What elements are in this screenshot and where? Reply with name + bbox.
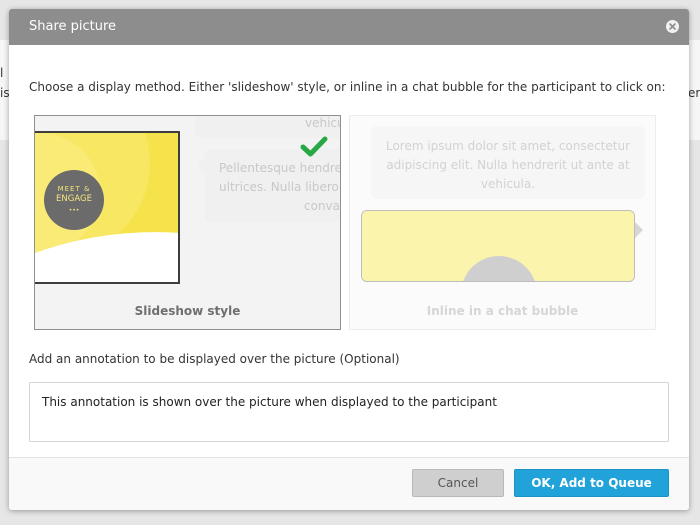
bubble-tail xyxy=(197,157,205,173)
annotation-label: Add an annotation to be displayed over t… xyxy=(29,352,400,366)
dialog-title: Share picture xyxy=(29,19,117,34)
backdrop-text-fragment: l xyxy=(0,66,4,80)
logo-text: MEET & xyxy=(57,185,91,193)
add-to-queue-button[interactable]: OK, Add to Queue xyxy=(514,469,669,497)
close-icon[interactable] xyxy=(666,20,679,33)
bubble-text-line: ultrices. Nulla libero xyxy=(219,180,339,194)
bubble-text-line: adipiscing elit. Nulla hendrerit ut ante… xyxy=(386,158,630,172)
bubble-text-line: conva xyxy=(304,199,340,213)
meet-engage-logo: MEET & ENGAGE ••• xyxy=(44,170,104,230)
backdrop-text-fragment: er xyxy=(688,86,700,100)
dialog-footer: Cancel OK, Add to Queue xyxy=(9,458,689,510)
selected-check-icon xyxy=(300,136,328,157)
option-label: Inline in a chat bubble xyxy=(426,304,579,318)
bubble-text-line: Pellentesque hendre xyxy=(219,161,341,175)
preview-chat-bubble: Lorem ipsum dolor sit amet, consectetur … xyxy=(371,126,645,199)
preview-chat-bubble: Pellentesque hendre ultrices. Nulla libe… xyxy=(205,149,341,222)
instruction-text: Choose a display method. Either 'slidesh… xyxy=(29,80,666,94)
share-picture-dialog: Share picture Choose a display method. E… xyxy=(9,9,689,510)
option-label: Slideshow style xyxy=(134,304,241,318)
bubble-tail xyxy=(635,222,643,238)
slideshow-style-option[interactable]: vehicu Pellentesque hendre ultrices. Nul… xyxy=(34,115,341,330)
slideshow-preview-image: MEET & ENGAGE ••• xyxy=(35,131,180,284)
bubble-text-line: vehicu xyxy=(305,116,341,130)
annotation-input[interactable]: This annotation is shown over the pictur… xyxy=(29,382,669,442)
bubble-text-line: Lorem ipsum dolor sit amet, consectetur xyxy=(385,139,631,153)
bubble-text-line: vehicula. xyxy=(480,177,536,191)
dialog-header: Share picture xyxy=(9,9,689,45)
inline-chat-bubble-option[interactable]: Lorem ipsum dolor sit amet, consectetur … xyxy=(349,115,656,330)
logo-text: ENGAGE xyxy=(56,194,92,204)
cancel-button[interactable]: Cancel xyxy=(412,469,504,497)
inline-preview-image xyxy=(361,210,635,282)
logo-dots: ••• xyxy=(68,207,80,214)
